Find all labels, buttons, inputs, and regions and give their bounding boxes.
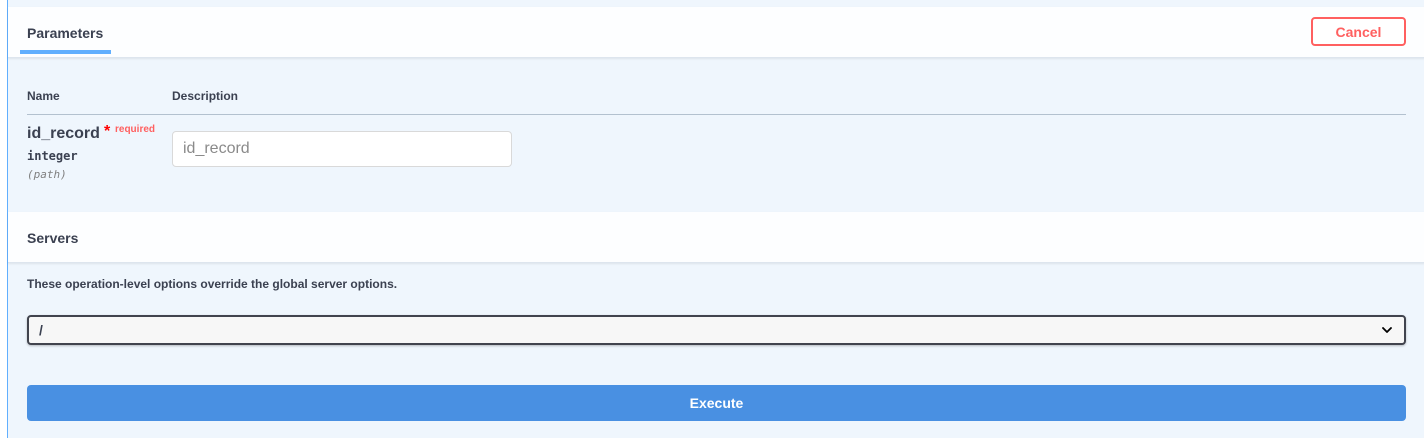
required-star: * xyxy=(104,123,111,140)
server-select-value: / xyxy=(39,322,43,338)
parameter-name: id_record xyxy=(27,125,100,142)
table-header-divider xyxy=(27,114,1406,115)
parameters-header: Parameters Cancel xyxy=(8,7,1424,58)
operation-panel: Parameters Cancel Name Description id_re… xyxy=(7,0,1424,438)
parameter-location: (path) xyxy=(27,168,67,181)
required-label: required xyxy=(115,124,156,135)
servers-note: These operation-level options override t… xyxy=(27,277,398,291)
tab-parameters[interactable]: Parameters xyxy=(20,7,111,57)
server-select[interactable]: / xyxy=(27,315,1406,345)
execute-button[interactable]: Execute xyxy=(27,385,1406,421)
parameter-type: integer xyxy=(27,149,78,163)
panel-top-strip xyxy=(8,0,1424,7)
id-record-input[interactable] xyxy=(172,131,512,167)
tab-active-indicator xyxy=(20,50,111,54)
cancel-button[interactable]: Cancel xyxy=(1311,17,1406,46)
column-header-name: Name xyxy=(27,89,60,103)
column-header-description: Description xyxy=(172,89,239,103)
tab-parameters-label: Parameters xyxy=(27,25,104,41)
chevron-down-icon xyxy=(1382,327,1392,333)
servers-title: Servers xyxy=(27,230,79,246)
servers-header: Servers xyxy=(8,212,1424,263)
